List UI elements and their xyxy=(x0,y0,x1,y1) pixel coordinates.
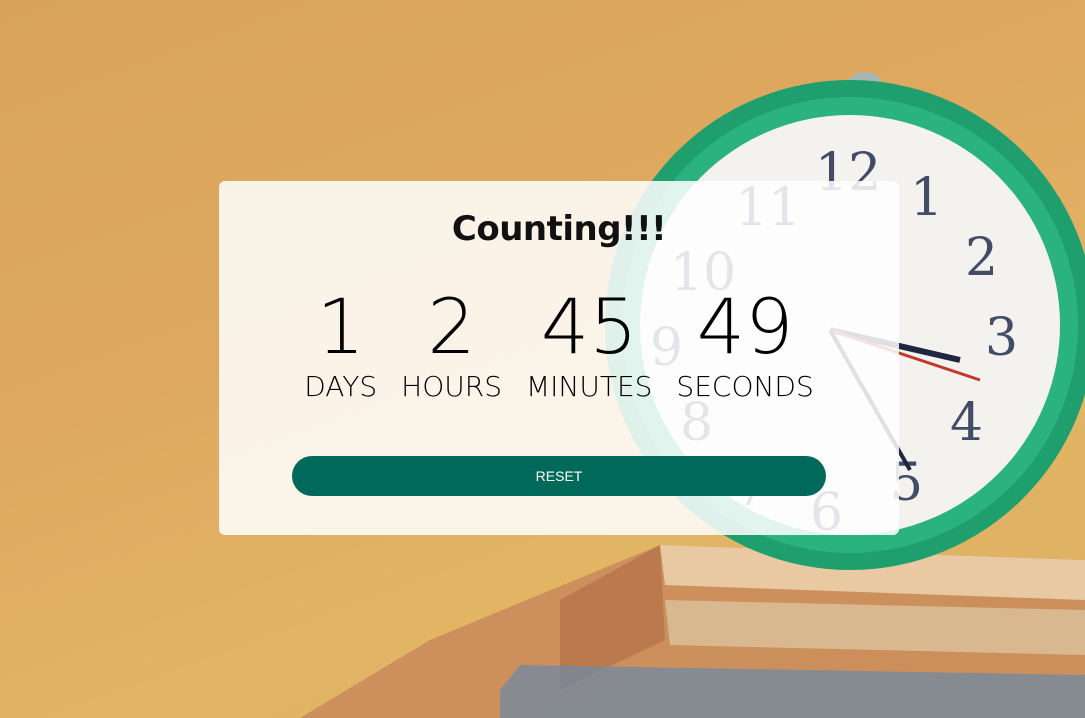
hours-value: 2 xyxy=(427,282,476,371)
minutes-label: MINUTES xyxy=(525,370,653,403)
seconds-label: SECONDS xyxy=(676,370,814,403)
reset-button[interactable]: RESET xyxy=(292,456,826,496)
hours-label: HOURS xyxy=(401,370,502,403)
seconds-value: 49 xyxy=(696,282,794,371)
countdown-card: Counting!!! 1 DAYS 2 HOURS 45 MINUTES 49… xyxy=(219,181,899,535)
svg-text:3: 3 xyxy=(985,308,1018,368)
svg-text:1: 1 xyxy=(910,168,943,228)
books-illustration xyxy=(300,545,1085,718)
minutes-unit: 45 MINUTES xyxy=(526,285,652,403)
svg-text:2: 2 xyxy=(965,228,998,288)
days-unit: 1 DAYS xyxy=(304,285,377,403)
days-value: 1 xyxy=(316,282,365,371)
hours-unit: 2 HOURS xyxy=(401,285,502,403)
seconds-unit: 49 SECONDS xyxy=(676,285,813,403)
countdown-title: Counting!!! xyxy=(451,209,667,249)
countdown-units: 1 DAYS 2 HOURS 45 MINUTES 49 SECONDS xyxy=(219,285,899,403)
days-label: DAYS xyxy=(304,370,378,403)
minutes-value: 45 xyxy=(540,282,638,371)
svg-text:4: 4 xyxy=(950,393,983,453)
